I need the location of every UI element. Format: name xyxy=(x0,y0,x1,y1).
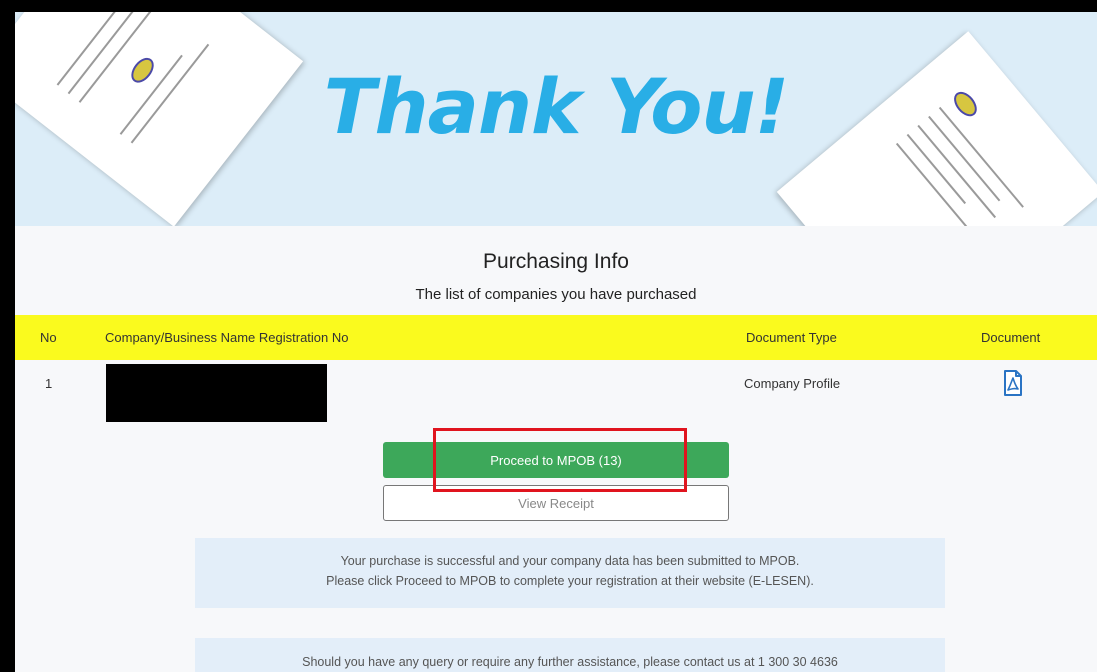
thank-you-banner: Thank You! xyxy=(15,12,1097,226)
page-frame: Thank You! Purchasing Info The list of c… xyxy=(15,12,1097,672)
column-header-document-type: Document Type xyxy=(746,330,837,345)
redacted-company-name xyxy=(106,364,327,422)
view-receipt-button[interactable]: View Receipt xyxy=(383,485,729,521)
purchasing-info-subtitle: The list of companies you have purchased xyxy=(415,286,697,303)
contact-notice: Should you have any query or require any… xyxy=(195,638,945,672)
purchase-table-header: No Company/Business Name Registration No… xyxy=(15,315,1097,360)
purchasing-info-title: Purchasing Info xyxy=(483,250,629,273)
success-notice-line-1: Your purchase is successful and your com… xyxy=(340,554,800,568)
thank-you-title: Thank You! xyxy=(323,62,790,151)
success-notice-line-2: Please click Proceed to MPOB to complete… xyxy=(326,574,814,588)
proceed-to-mpob-button[interactable]: Proceed to MPOB (13) xyxy=(383,442,729,478)
contact-notice-text: Should you have any query or require any… xyxy=(302,655,838,669)
column-header-document: Document xyxy=(981,330,1041,345)
row-number: 1 xyxy=(45,376,53,391)
column-header-no: No xyxy=(40,330,57,345)
column-header-company: Company/Business Name Registration No xyxy=(105,330,349,345)
pdf-icon[interactable] xyxy=(1003,370,1023,401)
success-notice: Your purchase is successful and your com… xyxy=(195,538,945,608)
row-document-type: Company Profile xyxy=(744,376,841,391)
